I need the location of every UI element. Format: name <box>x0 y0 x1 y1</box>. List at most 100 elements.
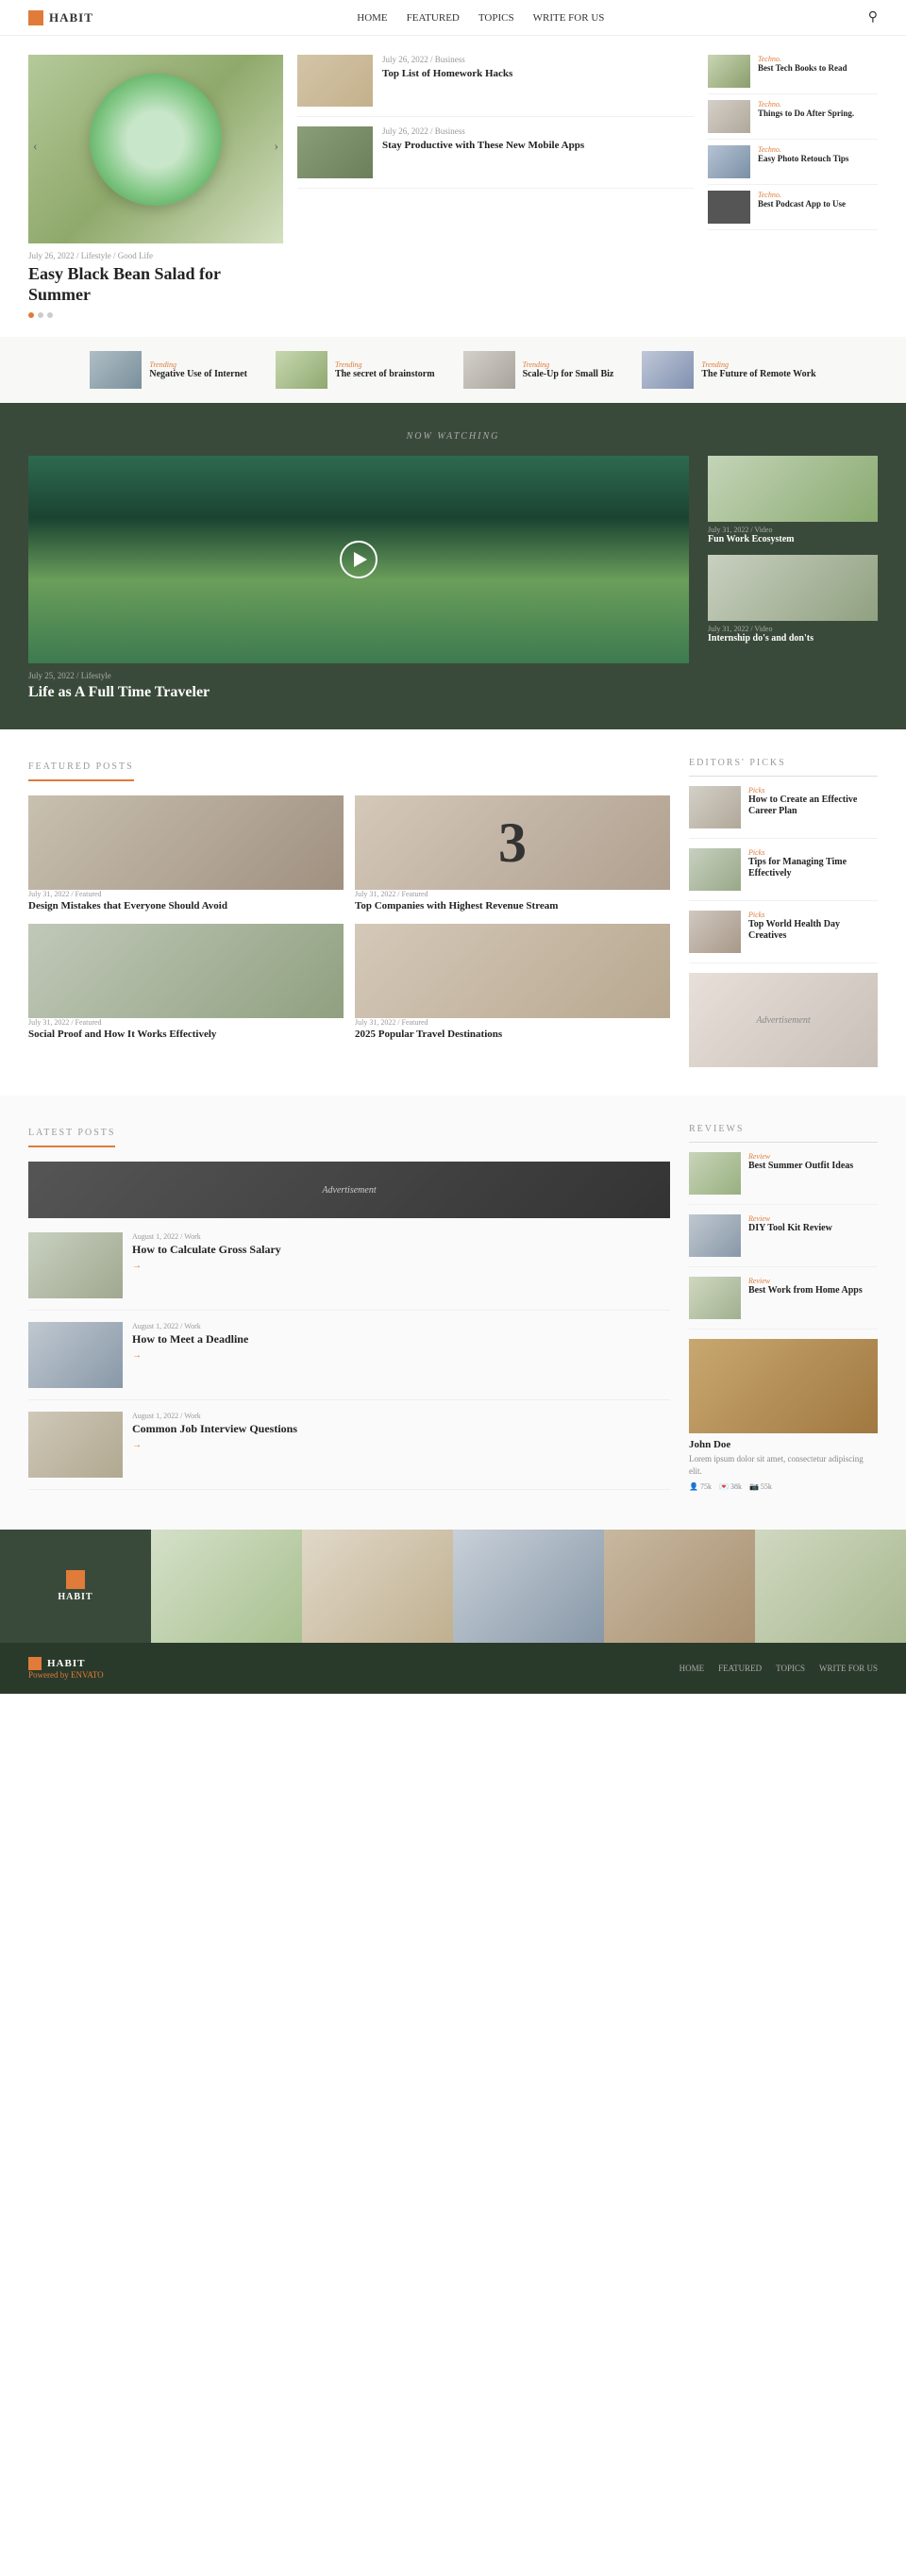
search-icon[interactable]: ⚲ <box>868 9 878 25</box>
trending-thumb-1 <box>90 351 142 389</box>
latest-item-2[interactable]: August 1, 2022 / Work How to Meet a Dead… <box>28 1322 670 1400</box>
photo-strip-2[interactable] <box>302 1530 453 1643</box>
editors-cat-1: Picks <box>748 786 878 795</box>
watching-video-player[interactable] <box>28 456 689 663</box>
hero-right-cat-1: Techno. <box>758 55 847 63</box>
footer-nav-topics[interactable]: TOPICS <box>776 1664 805 1673</box>
hero-main-article[interactable]: ‹ › July 26, 2022 / Lifestyle / Good Lif… <box>28 55 283 318</box>
hero-next-arrow[interactable]: › <box>274 140 278 155</box>
trending-item-3[interactable]: Trending Scale-Up for Small Biz <box>463 351 614 389</box>
editors-item-3[interactable]: Picks Top World Health Day Creatives <box>689 911 878 963</box>
hero-dot-1[interactable] <box>28 312 34 318</box>
photo-strip-4[interactable] <box>604 1530 755 1643</box>
hero-mid-date-2: July 26, 2022 / Business <box>382 126 584 136</box>
hero-main-image <box>28 55 283 243</box>
watching-sidebar: July 31, 2022 / Video Fun Work Ecosystem… <box>708 456 878 701</box>
logo[interactable]: HABIT <box>28 10 93 25</box>
hero-main-meta: July 26, 2022 / Lifestyle / Good Life <box>28 251 283 260</box>
strip-logo: HABIT <box>58 1570 92 1602</box>
latest-arrow-1[interactable]: → <box>132 1261 281 1271</box>
social-fb[interactable]: 👤 75k <box>689 1482 712 1491</box>
trending-item-1[interactable]: Trending Negative Use of Internet <box>90 351 247 389</box>
hero-right-item-2[interactable]: Techno. Things to Do After Spring. <box>708 100 878 140</box>
photo-strip-1[interactable] <box>151 1530 302 1643</box>
now-watching-title: NOW WATCHING <box>28 431 878 442</box>
featured-date-4: July 31, 2022 / Featured <box>355 1018 670 1027</box>
hero-dots <box>28 312 283 318</box>
footer-nav-featured[interactable]: FEATURED <box>718 1664 762 1673</box>
social-ig[interactable]: 📷 55k <box>749 1482 772 1491</box>
footer-nav-write[interactable]: WRITE FOR US <box>819 1664 878 1673</box>
watching-main-title: Life as A Full Time Traveler <box>28 684 689 701</box>
footer-left: HABIT Powered by ENVATO <box>28 1657 104 1680</box>
footer-brand: ENVATO <box>71 1670 104 1680</box>
photo-strip-5[interactable] <box>755 1530 906 1643</box>
featured-caption-3: July 31, 2022 / Featured Social Proof an… <box>28 1018 344 1041</box>
editors-cat-2: Picks <box>748 848 878 857</box>
editors-item-2[interactable]: Picks Tips for Managing Time Effectively <box>689 848 878 901</box>
featured-item-3[interactable]: July 31, 2022 / Featured Social Proof an… <box>28 924 344 1041</box>
review-item-1[interactable]: Review Best Summer Outfit Ideas <box>689 1152 878 1205</box>
nav-featured[interactable]: FEATURED <box>407 12 460 24</box>
latest-item-3[interactable]: August 1, 2022 / Work Common Job Intervi… <box>28 1412 670 1490</box>
photo-strip-3[interactable] <box>453 1530 604 1643</box>
trending-caption-2: Trending The secret of brainstorm <box>335 360 435 380</box>
footer-logo[interactable]: HABIT <box>28 1657 104 1670</box>
featured-item-2[interactable]: 3 July 31, 2022 / Featured Top Companies… <box>355 795 670 912</box>
editors-picks: EDITORS' PICKS Picks How to Create an Ef… <box>689 758 878 1067</box>
hero-right-caption-1: Techno. Best Tech Books to Read <box>758 55 847 74</box>
hero-right-thumb-1 <box>708 55 750 88</box>
trending-label-4: Trending <box>701 360 815 369</box>
latest-title-2: How to Meet a Deadline <box>132 1332 248 1347</box>
hero-dot-3[interactable] <box>47 312 53 318</box>
featured-date-3: July 31, 2022 / Featured <box>28 1018 344 1027</box>
hero-prev-arrow[interactable]: ‹ <box>33 140 38 155</box>
editors-thumb-2 <box>689 848 741 891</box>
hero-right-cat-2: Techno. <box>758 100 854 109</box>
editors-thumb-1 <box>689 786 741 828</box>
featured-caption-1: July 31, 2022 / Featured Design Mistakes… <box>28 890 344 912</box>
featured-posts: FEATURED POSTS July 31, 2022 / Featured … <box>28 758 670 1067</box>
review-caption-3: Review Best Work from Home Apps <box>748 1277 863 1319</box>
latest-caption-1: August 1, 2022 / Work How to Calculate G… <box>132 1232 281 1298</box>
hero-right-articles: Techno. Best Tech Books to Read Techno. … <box>708 55 878 318</box>
trending-item-2[interactable]: Trending The secret of brainstorm <box>276 351 435 389</box>
featured-caption-4: July 31, 2022 / Featured 2025 Popular Tr… <box>355 1018 670 1041</box>
watching-side-item-2[interactable]: July 31, 2022 / Video Internship do's an… <box>708 555 878 644</box>
reviews-section: REVIEWS Review Best Summer Outfit Ideas … <box>689 1124 878 1501</box>
hero-dot-2[interactable] <box>38 312 43 318</box>
hero-mid-item-2[interactable]: July 26, 2022 / Business Stay Productive… <box>297 126 694 189</box>
trending-item-4[interactable]: Trending The Future of Remote Work <box>642 351 815 389</box>
social-tw[interactable]: 💌 38k <box>719 1482 742 1491</box>
featured-item-4[interactable]: July 31, 2022 / Featured 2025 Popular Tr… <box>355 924 670 1041</box>
footer-nav: HOME FEATURED TOPICS WRITE FOR US <box>680 1664 878 1673</box>
hero-right-caption-4: Techno. Best Podcast App to Use <box>758 191 846 209</box>
hero-section: ‹ › July 26, 2022 / Lifestyle / Good Lif… <box>0 36 906 337</box>
hero-mid-item-1[interactable]: July 26, 2022 / Business Top List of Hom… <box>297 55 694 117</box>
latest-item-1[interactable]: August 1, 2022 / Work How to Calculate G… <box>28 1232 670 1311</box>
featured-grid: July 31, 2022 / Featured Design Mistakes… <box>28 795 670 1041</box>
latest-arrow-3[interactable]: → <box>132 1440 297 1450</box>
play-button[interactable] <box>340 541 378 578</box>
nav-write[interactable]: WRITE FOR US <box>533 12 605 24</box>
logo-icon <box>28 10 43 25</box>
footer: HABIT Powered by ENVATO HOME FEATURED TO… <box>0 1643 906 1694</box>
watching-main-meta: July 25, 2022 / Lifestyle <box>28 671 689 680</box>
nav-topics[interactable]: TOPICS <box>478 12 514 24</box>
trending-thumb-3 <box>463 351 515 389</box>
watching-side-item-1[interactable]: July 31, 2022 / Video Fun Work Ecosystem <box>708 456 878 545</box>
footer-nav-home[interactable]: HOME <box>680 1664 705 1673</box>
editors-item-1[interactable]: Picks How to Create an Effective Career … <box>689 786 878 839</box>
editors-thumb-3 <box>689 911 741 953</box>
review-item-3[interactable]: Review Best Work from Home Apps <box>689 1277 878 1330</box>
hero-right-item-1[interactable]: Techno. Best Tech Books to Read <box>708 55 878 94</box>
featured-item-1[interactable]: July 31, 2022 / Featured Design Mistakes… <box>28 795 344 912</box>
latest-arrow-2[interactable]: → <box>132 1350 248 1361</box>
hero-right-item-4[interactable]: Techno. Best Podcast App to Use <box>708 191 878 230</box>
watching-main-video[interactable]: July 25, 2022 / Lifestyle Life as A Full… <box>28 456 689 701</box>
review-item-2[interactable]: Review DIY Tool Kit Review <box>689 1214 878 1267</box>
featured-title-3: Social Proof and How It Works Effectivel… <box>28 1029 344 1041</box>
nav-home[interactable]: HOME <box>357 12 387 24</box>
hero-right-item-3[interactable]: Techno. Easy Photo Retouch Tips <box>708 145 878 185</box>
featured-image-4 <box>355 924 670 1018</box>
